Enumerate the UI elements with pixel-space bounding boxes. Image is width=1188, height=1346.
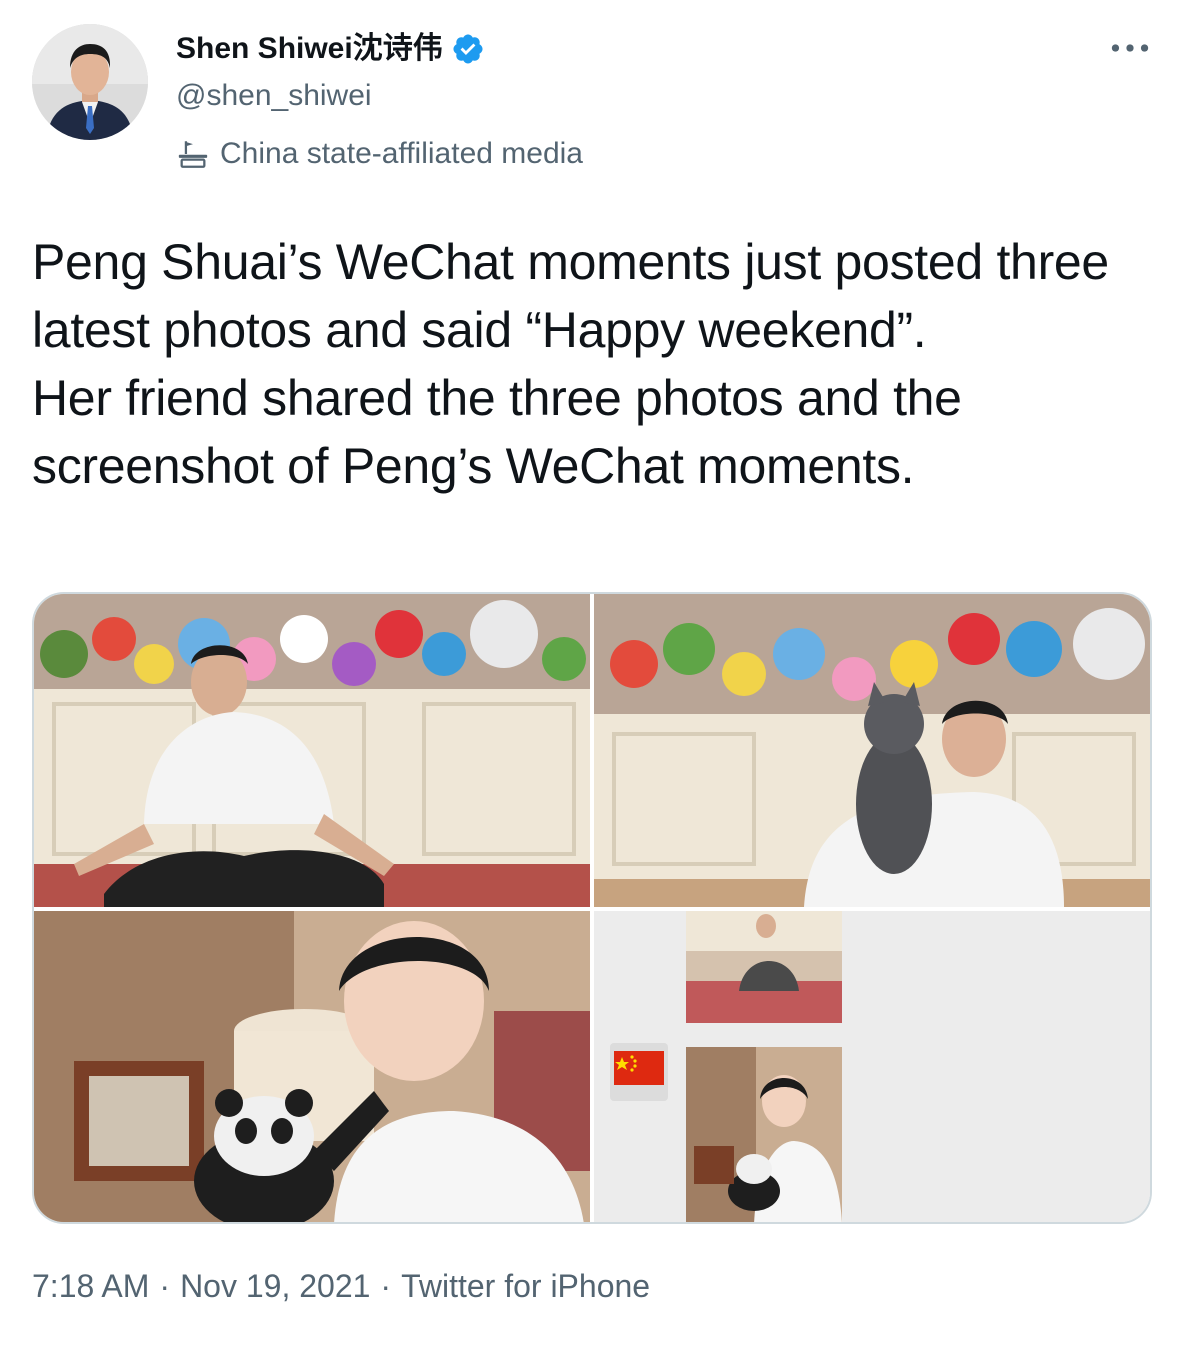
meta-separator: · <box>159 1268 171 1304</box>
tweet-meta: 7:18 AM · Nov 19, 2021 · Twitter for iPh… <box>32 1266 650 1306</box>
avatar[interactable] <box>32 24 148 140</box>
wechat-moments-screenshot <box>594 911 1150 1222</box>
display-name[interactable]: Shen Shiwei沈诗伟 <box>176 30 485 68</box>
media-photo-2[interactable] <box>594 594 1150 907</box>
user-handle[interactable]: @shen_shiwei <box>176 78 372 114</box>
tweet-card: Shen Shiwei沈诗伟 @shen_shiwei China state-… <box>0 0 1188 1346</box>
more-dots-icon <box>1111 44 1149 52</box>
tweet-source[interactable]: Twitter for iPhone <box>401 1266 650 1306</box>
state-media-label-text: China state-affiliated media <box>220 137 583 170</box>
photo-selfie-with-panda <box>34 911 590 1222</box>
media-photo-3[interactable] <box>34 911 590 1222</box>
tweet-paragraph: Peng Shuai’s WeChat moments just posted … <box>32 234 1109 358</box>
meta-separator: · <box>380 1268 392 1304</box>
photo-holding-cat <box>594 594 1150 907</box>
tweet-date[interactable]: Nov 19, 2021 <box>180 1266 370 1306</box>
media-photo-1[interactable] <box>34 594 590 907</box>
media-photo-4[interactable] <box>594 911 1150 1222</box>
state-media-label[interactable]: China state-affiliated media <box>176 136 583 172</box>
podium-flag-icon <box>178 141 208 168</box>
tweet-time[interactable]: 7:18 AM <box>32 1266 149 1306</box>
more-options-button[interactable] <box>1108 30 1152 66</box>
tweet-text: Peng Shuai’s WeChat moments just posted … <box>32 228 1156 500</box>
verified-badge-icon <box>453 34 483 64</box>
photo-seated-with-plush-toys <box>34 594 590 907</box>
display-name-text: Shen Shiwei沈诗伟 <box>176 32 443 65</box>
media-grid <box>32 592 1152 1224</box>
person-avatar-icon <box>32 24 148 140</box>
tweet-paragraph: Her friend shared the three photos and t… <box>32 370 962 494</box>
